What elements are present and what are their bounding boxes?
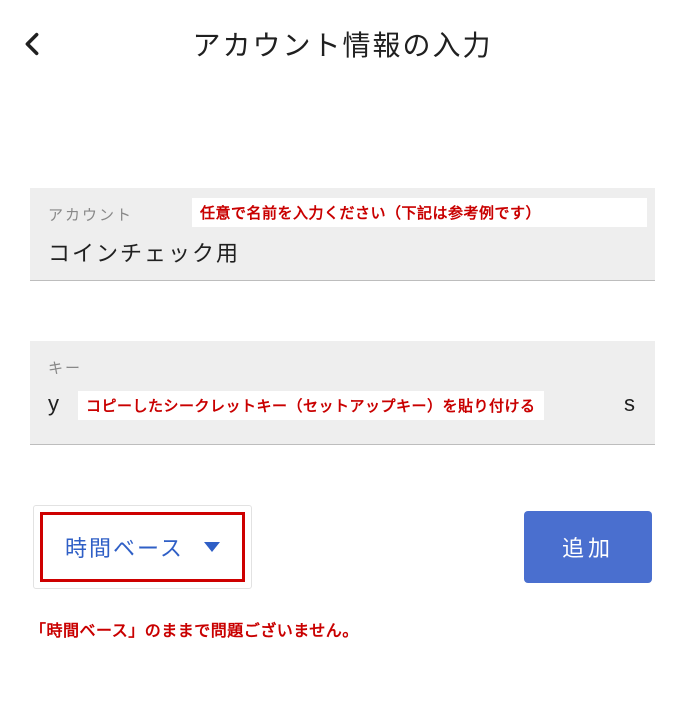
type-dropdown-label: 時間ベース — [65, 531, 184, 563]
submit-button[interactable]: 追加 — [524, 511, 652, 583]
content: アカウント 任意で名前を入力ください（下記は参考例です） キー y s コピーし… — [0, 88, 685, 641]
account-field: アカウント 任意で名前を入力ください（下記は参考例です） — [30, 188, 655, 281]
account-input[interactable] — [48, 239, 637, 265]
key-label: キー — [48, 357, 637, 378]
header: アカウント情報の入力 — [0, 0, 685, 88]
type-dropdown[interactable]: 時間ベース — [40, 512, 245, 582]
actions-row: 時間ベース 追加 — [30, 505, 655, 589]
key-value-right: s — [624, 391, 637, 417]
back-icon[interactable] — [18, 30, 46, 58]
key-field: キー y s コピーしたシークレットキー（セットアップキー）を貼り付ける — [30, 341, 655, 445]
type-dropdown-wrap: 時間ベース — [33, 505, 252, 589]
key-value-left: y — [48, 391, 61, 417]
type-note: 「時間ベース」のままで問題ございません。 — [30, 617, 655, 641]
chevron-down-icon — [204, 542, 220, 552]
account-annotation: 任意で名前を入力ください（下記は参考例です） — [192, 198, 647, 227]
page-title: アカウント情報の入力 — [46, 24, 639, 64]
key-annotation: コピーしたシークレットキー（セットアップキー）を貼り付ける — [78, 391, 544, 420]
